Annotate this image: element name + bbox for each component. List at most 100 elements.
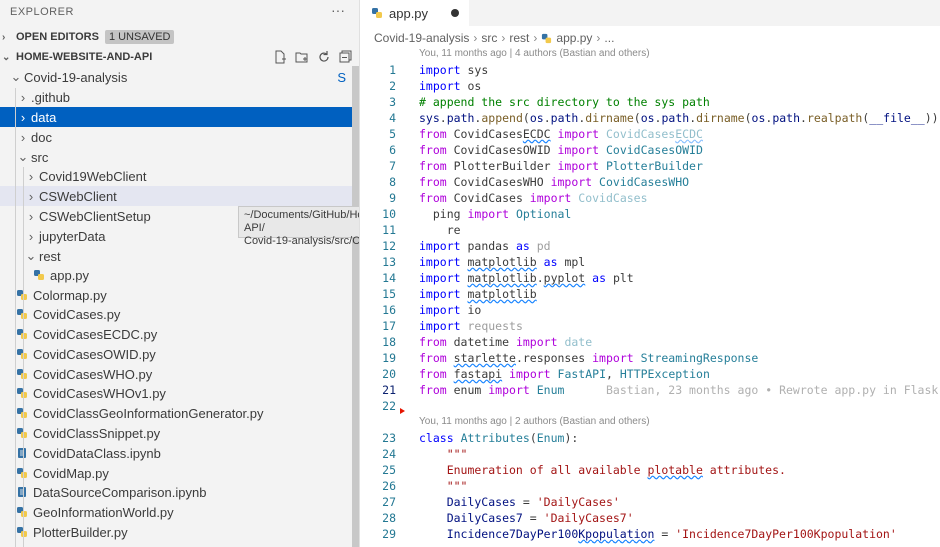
refresh-icon[interactable] (316, 49, 332, 65)
breadcrumb-item[interactable]: ... (604, 31, 614, 45)
code-line[interactable]: 18 from datetime import date (361, 334, 940, 350)
tree-folder[interactable]: ⌄ src (0, 147, 352, 167)
tree-folder[interactable]: › Covid19WebClient (0, 166, 352, 186)
code-token: import (419, 303, 461, 317)
tree-folder[interactable]: › CSWebClient (0, 186, 352, 206)
tree-file[interactable]: CovidCasesWHOv1.py (0, 383, 352, 403)
breadcrumb-item[interactable]: rest (509, 31, 529, 45)
code-text: import matplotlib as mpl (419, 254, 585, 270)
code-text: re (419, 222, 461, 238)
code-token: Attributes (460, 431, 530, 445)
chevron-right-icon: › (20, 89, 26, 105)
code-line[interactable]: 7 from PlotterBuilder import PlotterBuild… (361, 158, 940, 174)
code-token: ( (633, 111, 641, 125)
code-line[interactable]: 1 import sys (361, 62, 940, 78)
new-file-icon[interactable] (272, 49, 288, 65)
code-line[interactable]: 2 import os (361, 78, 940, 94)
code-line[interactable]: 25 Enumeration of all available plotable… (361, 462, 940, 478)
tree-file[interactable]: CovidCasesOWID.py (0, 344, 352, 364)
code-line[interactable]: 3 # append the src directory to the sys p… (361, 94, 940, 110)
breadcrumb-item[interactable]: src (481, 31, 497, 45)
tree-file[interactable]: Colormap.py (0, 285, 352, 305)
code-line[interactable]: 22 (361, 398, 940, 414)
code-token: io (460, 303, 482, 317)
tree-folder[interactable]: › doc (0, 127, 352, 147)
code-token: as (592, 271, 607, 285)
code-line[interactable]: 17 import requests (361, 318, 940, 334)
codelens-authors[interactable]: You, 11 months ago | 2 authors (Bastian … (419, 416, 650, 427)
code-line[interactable]: 13 import matplotlib as mpl (361, 254, 940, 270)
code-line[interactable]: 9 from CovidCases import CovidCases (361, 190, 940, 206)
code-line[interactable]: 12 import pandas as pd (361, 238, 940, 254)
code-line[interactable]: 8 from CovidCasesWHO import CovidCasesWHO (361, 174, 940, 190)
unsaved-dot-icon[interactable] (451, 9, 459, 17)
collapse-all-icon[interactable] (338, 49, 354, 65)
workspace-label: HOME-WEBSITE-AND-API (16, 51, 153, 63)
tree-folder[interactable]: › data (0, 107, 352, 127)
more-actions-icon[interactable]: ··· (331, 2, 345, 18)
tree-file[interactable]: CovidCasesWHO.py (0, 364, 352, 384)
code-line[interactable]: 11 re (361, 222, 940, 238)
code-token: import (550, 175, 593, 189)
tree-item-label: CovidCasesOWID.py (33, 346, 156, 362)
new-folder-icon[interactable] (294, 49, 310, 65)
code-token: realpath (806, 111, 863, 125)
python-file-icon (15, 327, 29, 341)
tree-file[interactable]: CovidMap.py (0, 463, 352, 483)
code-line[interactable]: 26 """ (361, 478, 940, 494)
code-line[interactable]: 21 from enum import Enum Bastian, 23 mont… (361, 382, 940, 398)
code-line[interactable]: 4 sys.path.append(os.path.dirname(os.path… (361, 110, 940, 126)
code-line[interactable]: 24 """ (361, 446, 940, 462)
diff-marker-icon[interactable] (400, 408, 405, 414)
code-line[interactable]: 10 ping import Optional (361, 206, 940, 222)
code-token: StreamingResponse (640, 351, 759, 365)
tree-item-label: DataSourceComparison.ipynb (33, 484, 207, 500)
line-number: 8 (389, 175, 396, 189)
tree-file[interactable]: PlotterBuilder.py (0, 522, 352, 542)
codelens-authors[interactable]: You, 11 months ago | 4 authors (Bastian … (419, 48, 650, 59)
breadcrumb-item[interactable]: Covid-19-analysis (374, 31, 469, 45)
code-line[interactable]: 15 import matplotlib (361, 286, 940, 302)
workspace-actions (272, 49, 354, 65)
tree-file[interactable]: GeoInformationWorld.py (0, 502, 352, 522)
code-line[interactable]: 14 import matplotlib.pyplot as plt (361, 270, 940, 286)
code-line[interactable]: 27 DailyCases = 'DailyCases' (361, 494, 940, 510)
tree-folder[interactable]: ⌄ Covid-19-analysis S (0, 67, 352, 87)
tree-file[interactable]: DataSourceComparison.ipynb (0, 482, 352, 502)
sidebar-scrollbar[interactable] (352, 66, 359, 547)
tree-file[interactable]: CovidClassGeoInformationGenerator.py (0, 403, 352, 423)
tree-file[interactable]: CovidCases.py (0, 304, 352, 324)
code-token: as (515, 239, 530, 253)
code-line[interactable]: 19 from starlette.responses import Stream… (361, 350, 940, 366)
code-token: os (751, 111, 766, 125)
chevron-right-icon: › (2, 31, 6, 43)
tree-item-label: CSWebClientSetup (39, 208, 151, 224)
code-line[interactable]: 20 from fastapi import FastAPI, HTTPExcep… (361, 366, 940, 382)
python-file-icon (15, 307, 29, 321)
code-line[interactable]: 23 class Attributes(Enum): (361, 430, 940, 446)
code-line[interactable]: 6 from CovidCasesOWID import CovidCasesOW… (361, 142, 940, 158)
code-line[interactable]: 5 from CovidCasesECDC import CovidCasesEC… (361, 126, 940, 142)
tooltip-line-2: Covid-19-analysis/src/CSWebClient (244, 235, 360, 247)
chevron-right-icon: › (28, 208, 34, 224)
tree-file[interactable]: app.py (0, 265, 352, 285)
breadcrumb-item[interactable]: app.py (556, 31, 592, 45)
code-token: 'Incidence7DayPer100Kpopulation' (675, 527, 897, 541)
code-text: import os (419, 78, 481, 94)
code-token: from (419, 127, 447, 141)
python-file-icon (15, 347, 29, 361)
code-line[interactable]: 16 import io (361, 302, 940, 318)
line-number: 20 (382, 367, 396, 381)
code-line[interactable]: 29 Incidence7DayPer100Kpopulation = 'Inc… (361, 526, 940, 542)
code-token: = (515, 495, 537, 509)
tree-folder[interactable]: › .github (0, 87, 352, 107)
tree-file[interactable]: CovidDataClass.ipynb (0, 443, 352, 463)
tree-file[interactable]: CovidCasesECDC.py (0, 324, 352, 344)
workspace-header[interactable]: ⌄ HOME-WEBSITE-AND-API (0, 47, 359, 67)
tree-folder[interactable]: ⌄ rest (0, 246, 352, 266)
open-editors-header[interactable]: › OPEN EDITORS 1 UNSAVED (0, 27, 359, 47)
tab-app-py[interactable]: app.py (361, 0, 469, 26)
tree-file[interactable]: CovidClassSnippet.py (0, 423, 352, 443)
code-line[interactable]: 28 DailyCases7 = 'DailyCases7' (361, 510, 940, 526)
